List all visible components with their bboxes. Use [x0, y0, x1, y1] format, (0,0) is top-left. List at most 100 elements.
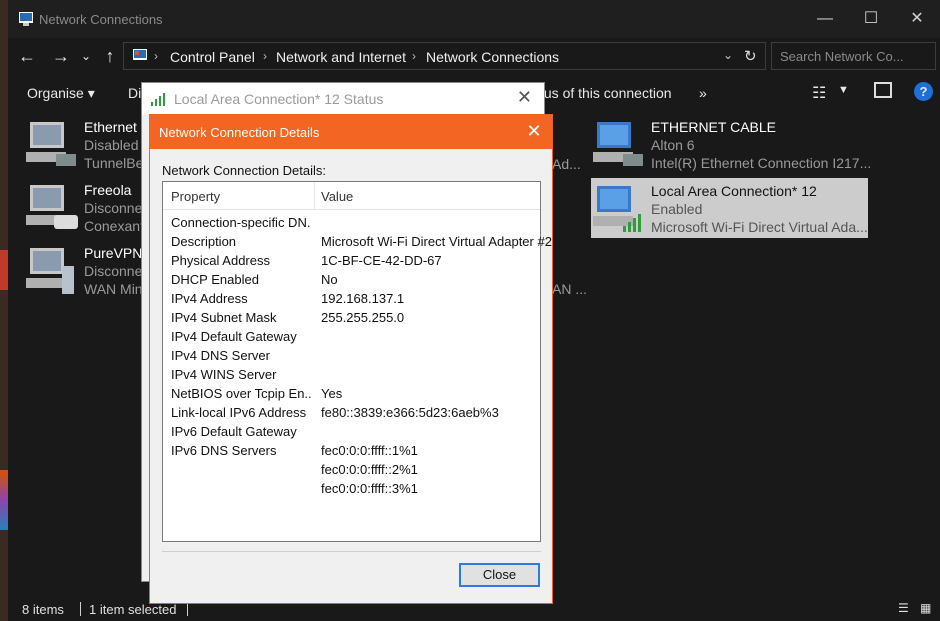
vpn-icon [26, 248, 74, 294]
close-button[interactable]: Close [459, 563, 540, 587]
title-bar: Network Connections — ☐ ✕ [8, 0, 940, 38]
window-title: Network Connections [39, 12, 163, 27]
connection-device: Conexant [84, 218, 144, 234]
connection-name: Freeola [84, 182, 132, 198]
property-cell: IPv4 Default Gateway [171, 329, 297, 344]
table-row[interactable]: IPv4 Address 192.168.137.1 [163, 289, 540, 308]
property-cell: IPv4 Subnet Mask [171, 310, 277, 325]
breadcrumb-separator: › [412, 49, 416, 63]
item-count: 8 items [22, 602, 64, 617]
table-row[interactable]: Physical Address 1C-BF-CE-42-DD-67 [163, 251, 540, 270]
table-row[interactable]: Description Microsoft Wi-Fi Direct Virtua… [163, 232, 552, 251]
forward-arrow-icon[interactable]: → [49, 44, 73, 68]
property-cell: Link-local IPv6 Address [171, 405, 307, 420]
value-cell: Yes [321, 386, 343, 401]
connection-name: PureVPN [84, 245, 143, 261]
selection-count: 1 item selected [89, 602, 177, 617]
address-bar[interactable]: › Control Panel › Network and Internet ›… [123, 42, 766, 70]
table-row[interactable]: IPv4 WINS Server [163, 365, 540, 384]
table-row[interactable]: IPv6 Default Gateway [163, 422, 540, 441]
value-cell: 1C-BF-CE-42-DD-67 [321, 253, 442, 268]
connection-status: Disconne [84, 200, 143, 216]
table-row[interactable]: IPv4 DNS Server [163, 346, 540, 365]
status-divider [80, 602, 81, 616]
search-input[interactable]: Search Network Co... [771, 42, 936, 70]
desktop-background-strip [0, 0, 8, 621]
table-row[interactable]: fec0:0:0:ffff::2%1 [163, 460, 540, 479]
column-divider[interactable] [314, 182, 315, 210]
column-header-value[interactable]: Value [321, 189, 353, 204]
details-listview[interactable]: Property Value Connection-specific DN...… [162, 181, 552, 542]
refresh-icon[interactable]: ↻ [744, 47, 757, 65]
status-divider [187, 602, 188, 616]
dialup-phone-icon [26, 185, 78, 229]
value-cell: fec0:0:0:ffff::2%1 [321, 462, 418, 477]
view-dropdown-icon[interactable]: ▼ [838, 84, 849, 96]
connection-name: ETHERNET CABLE [651, 119, 776, 135]
address-row: ← → ⌄ ↑ › Control Panel › Network and In… [8, 38, 940, 74]
help-icon[interactable]: ? [914, 82, 933, 101]
details-view-icon[interactable]: ☰ [898, 601, 909, 615]
wifi-signal-icon [593, 186, 641, 232]
connection-item-ethernet2[interactable]: Ethernet 2 Disabled TunnelBe [24, 114, 154, 174]
property-cell: IPv4 Address [171, 291, 248, 306]
table-row[interactable]: Connection-specific DN... [163, 213, 540, 232]
obscured-text-fragment: AN ... [552, 281, 588, 297]
search-placeholder: Search Network Co... [780, 49, 904, 64]
property-cell: Description [171, 234, 237, 249]
property-cell: Physical Address [171, 253, 270, 268]
large-icons-view-icon[interactable]: ▦ [920, 601, 931, 615]
connection-item-ethernet-cable[interactable]: ETHERNET CABLE Alton 6 Intel(R) Ethernet… [591, 114, 871, 174]
property-cell: IPv4 DNS Server [171, 348, 270, 363]
connection-item-purevpn[interactable]: PureVPN Disconne WAN Min [24, 240, 154, 300]
property-cell: IPv4 WINS Server [171, 367, 277, 382]
toolbar-item-partial[interactable]: Di [128, 85, 141, 101]
obscured-text-fragment: Ad... [552, 156, 581, 172]
breadcrumb-network-and-internet[interactable]: Network and Internet [276, 49, 406, 65]
property-cell: DHCP Enabled [171, 272, 259, 287]
status-dialog-titlebar: Local Area Connection* 12 Status ✕ [142, 83, 544, 115]
table-row[interactable]: IPv6 DNS Servers fec0:0:0:ffff::1%1 [163, 441, 540, 460]
change-view-icon[interactable]: ☷ [812, 83, 826, 103]
connection-status: Disconne [84, 263, 143, 279]
organise-menu[interactable]: Organise ▾ [27, 85, 95, 102]
view-status-button[interactable]: tus of this connection [540, 85, 672, 101]
close-window-button[interactable]: ✕ [894, 0, 940, 38]
value-cell: 255.255.255.0 [321, 310, 405, 325]
value-cell: fe80::3839:e366:5d23:6aeb%3 [321, 405, 499, 420]
connection-item-freeola[interactable]: Freeola Disconne Conexant [24, 177, 154, 237]
minimize-button[interactable]: — [802, 0, 848, 38]
breadcrumb-control-panel[interactable]: Control Panel [170, 49, 255, 65]
connection-device: Intel(R) Ethernet Connection I217... [651, 155, 872, 171]
column-header-property[interactable]: Property [171, 189, 220, 204]
details-label: Network Connection Details: [162, 163, 327, 178]
connection-item-local-area-12[interactable]: Local Area Connection* 12 Enabled Micros… [591, 178, 868, 238]
connection-device: TunnelBe [84, 155, 144, 171]
value-cell: fec0:0:0:ffff::3%1 [321, 481, 418, 496]
back-arrow-icon[interactable]: ← [15, 44, 39, 68]
details-dialog-titlebar: Network Connection Details ✕ [150, 115, 552, 149]
more-commands-icon[interactable]: » [699, 85, 707, 101]
address-dropdown-icon[interactable]: ⌄ [723, 48, 733, 62]
breadcrumb-separator: › [154, 49, 158, 63]
network-cable-icon [593, 122, 643, 166]
breadcrumb-network-connections[interactable]: Network Connections [426, 49, 559, 65]
details-dialog-close-icon[interactable]: ✕ [524, 121, 544, 141]
table-row[interactable]: NetBIOS over Tcpip En... Yes [163, 384, 540, 403]
connection-name: Local Area Connection* 12 [651, 183, 817, 199]
table-row[interactable]: DHCP Enabled No [163, 270, 540, 289]
table-row[interactable]: fec0:0:0:ffff::3%1 [163, 479, 540, 498]
connection-status: Enabled [651, 201, 703, 217]
table-row[interactable]: IPv4 Default Gateway [163, 327, 540, 346]
table-row[interactable]: IPv4 Subnet Mask 255.255.255.0 [163, 308, 540, 327]
connection-name: Ethernet 2 [84, 119, 149, 135]
preview-pane-icon[interactable] [874, 82, 892, 98]
wifi-signal-icon [151, 93, 165, 106]
status-dialog-close-icon[interactable]: ✕ [517, 87, 532, 108]
recent-locations-chevron-icon[interactable]: ⌄ [74, 44, 98, 68]
maximize-button[interactable]: ☐ [848, 0, 894, 38]
network-connections-icon [19, 12, 33, 26]
up-arrow-icon[interactable]: ↑ [98, 44, 122, 68]
value-cell: fec0:0:0:ffff::1%1 [321, 443, 418, 458]
table-row[interactable]: Link-local IPv6 Address fe80::3839:e366:5… [163, 403, 540, 422]
